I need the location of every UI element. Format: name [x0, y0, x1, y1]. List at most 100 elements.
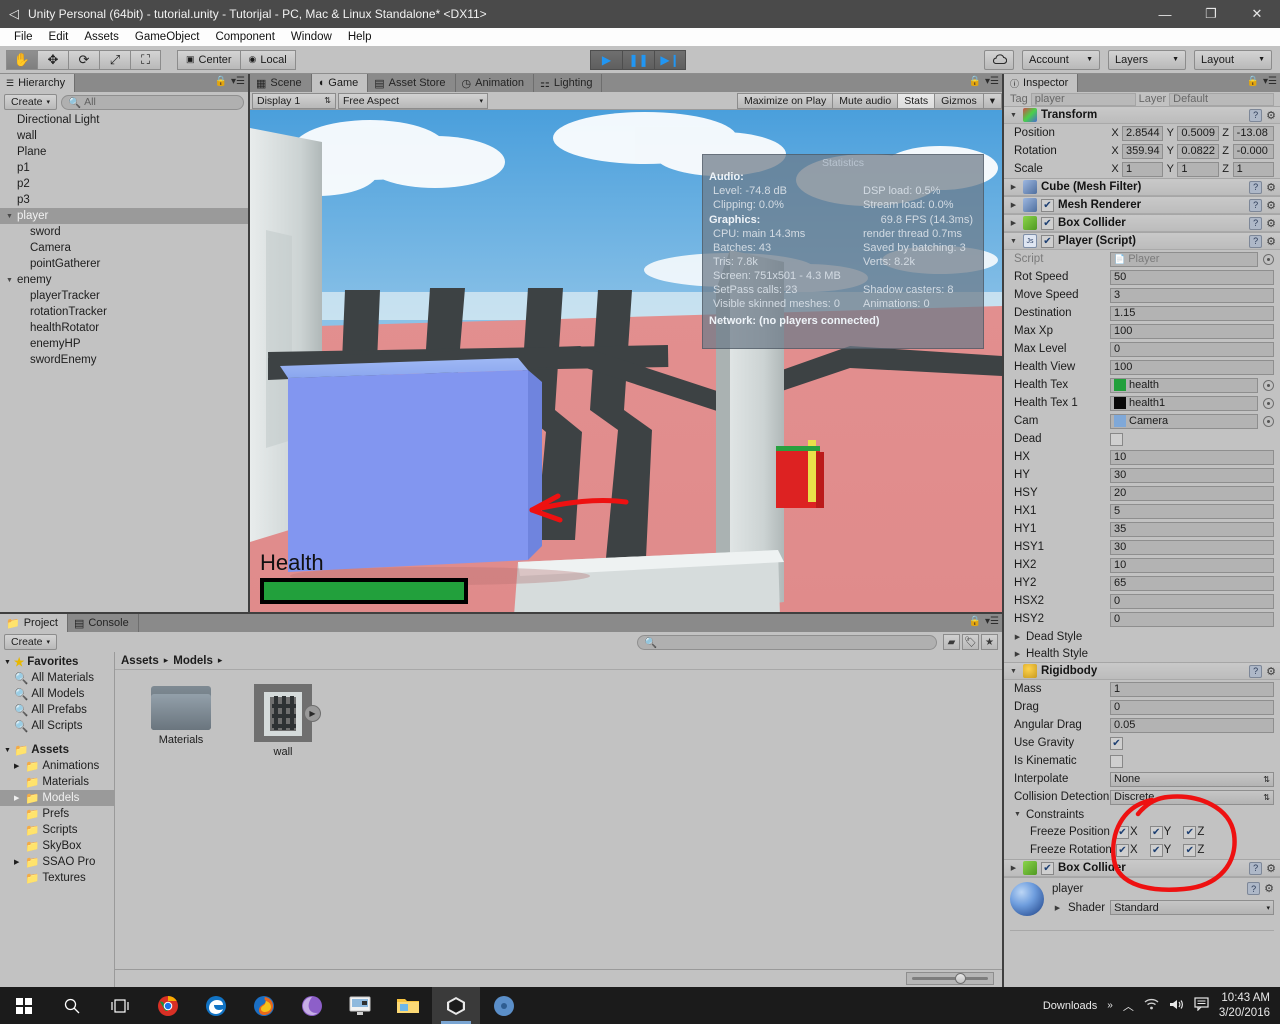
help-icon[interactable]: ? [1247, 882, 1261, 895]
step-button[interactable]: ▶❙ [654, 49, 686, 70]
hierarchy-item-enemy[interactable]: ▼ enemy [0, 272, 248, 288]
project-create-button[interactable]: Create ▾ [4, 634, 58, 650]
fr-axes-checkbox-z[interactable]: ✔ [1183, 843, 1197, 857]
gear-icon[interactable]: ⚙ [1266, 109, 1276, 122]
move-tool-icon[interactable]: ✥ [37, 49, 68, 70]
explorer-icon[interactable] [384, 987, 432, 1024]
lock-icon[interactable]: 🔒 [215, 76, 227, 87]
layer-dropdown[interactable]: Default [1169, 92, 1274, 106]
display-dropdown[interactable]: Display 1 ⇅ [252, 92, 336, 109]
chevron-down-icon[interactable]: ▼ [1012, 811, 1023, 818]
foldout-health-style[interactable]: ▶ Health Style [1004, 645, 1280, 662]
breadcrumb-item-assets[interactable]: Assets [121, 655, 159, 667]
toggle-stats[interactable]: Stats [897, 92, 935, 109]
help-icon[interactable]: ? [1249, 108, 1263, 122]
field-checkbox-player-dead[interactable] [1110, 432, 1123, 446]
project-tree[interactable]: ▼ ★ Favorites 🔍 All Materials 🔍 All Models 🔍 All… [0, 652, 115, 987]
tab-hierarchy[interactable]: ☰ Hierarchy [0, 74, 76, 92]
chevron-down-icon[interactable]: ▼ [1008, 112, 1019, 119]
tab-scene[interactable]: ▦ Scene [250, 74, 312, 92]
hierarchy-item-wall[interactable]: wall [0, 128, 248, 144]
chevron-right-icon[interactable]: ▶ [1008, 219, 1019, 227]
chevron-up-icon[interactable]: ︿ [1123, 998, 1134, 1014]
taskbar-clock[interactable]: 10:43 AM 3/20/2016 [1219, 991, 1270, 1020]
component-header-transform[interactable]: ▼ Transform ? ⚙ [1004, 106, 1280, 124]
field-input-player-rot-speed[interactable]: 50 [1110, 269, 1274, 285]
script-picker-icon[interactable] [1263, 253, 1274, 265]
object-picker-icon[interactable] [1263, 415, 1274, 427]
tab-animation[interactable]: ◷ Animation [455, 74, 535, 92]
start-icon[interactable] [0, 987, 48, 1024]
help-icon[interactable]: ? [1249, 234, 1263, 248]
chevron-down-icon[interactable]: ▼ [1008, 238, 1019, 245]
filter-by-type-icon[interactable]: ▰ [943, 634, 960, 650]
toggle-maximize-on-play[interactable]: Maximize on Play [736, 92, 833, 109]
transform-rotation-x[interactable]: 359.94 [1122, 143, 1164, 159]
tab-inspector[interactable]: ⓘ Inspector [1004, 74, 1079, 92]
lock-icon[interactable]: 🔒 [969, 76, 981, 87]
field-input-player-hsy1[interactable]: 30 [1110, 539, 1274, 555]
hierarchy-list[interactable]: Directional Light wall Plane p1 p2 p3 ▼ player s… [0, 112, 248, 612]
preview-play-icon[interactable]: ▶ [304, 705, 321, 722]
hierarchy-item-p1[interactable]: p1 [0, 160, 248, 176]
component-header-box-collider-2[interactable]: ▶ ✔ Box Collider ? ⚙ [1004, 859, 1280, 877]
help-icon[interactable]: ? [1249, 664, 1263, 678]
object-picker-icon[interactable] [1263, 397, 1274, 409]
help-icon[interactable]: ? [1249, 198, 1263, 212]
transform-position-x[interactable]: 2.8544 [1122, 125, 1164, 141]
hierarchy-search-input[interactable]: 🔍 All [61, 94, 244, 110]
unity-hub-icon[interactable] [480, 987, 528, 1024]
notifications-icon[interactable] [1194, 997, 1209, 1014]
chevron-right-icon[interactable]: ▶ [1008, 183, 1019, 191]
panel-menu-icon[interactable]: ▾☰ [1263, 76, 1277, 87]
toggle-gizmos[interactable]: Gizmos [934, 92, 983, 109]
chevron-right-icon[interactable]: ▶ [1012, 633, 1023, 641]
hierarchy-item-pointgatherer[interactable]: pointGatherer [0, 256, 248, 272]
gear-icon[interactable]: ⚙ [1264, 882, 1274, 895]
tree-folder-models[interactable]: ▶ 📁 Models [0, 790, 114, 806]
field-input-player-hy2[interactable]: 65 [1110, 575, 1274, 591]
volume-icon[interactable] [1169, 998, 1184, 1014]
script-object-field[interactable]: 📄 Player [1110, 251, 1258, 267]
chrome-icon[interactable] [144, 987, 192, 1024]
panel-menu-icon[interactable]: ▾☰ [985, 76, 999, 87]
toggle-mute-audio[interactable]: Mute audio [832, 92, 898, 109]
hierarchy-item-playertracker[interactable]: playerTracker [0, 288, 248, 304]
tree-favorite-all-materials[interactable]: 🔍 All Materials [0, 670, 114, 686]
rect-tool-icon[interactable]: ⛶ [130, 49, 161, 70]
field-select-rigidbody-collision-detection[interactable]: Discrete ⇅ [1110, 789, 1274, 805]
menu-item-gameobject[interactable]: GameObject [127, 28, 208, 46]
hierarchy-item-rotationtracker[interactable]: rotationTracker [0, 304, 248, 320]
gear-icon[interactable]: ⚙ [1266, 181, 1276, 194]
lock-icon[interactable]: 🔒 [969, 616, 981, 627]
account-dropdown[interactable]: Account ▼ [1022, 49, 1100, 70]
play-button[interactable]: ▶ [590, 49, 622, 70]
minimize-button[interactable]: — [1142, 0, 1188, 28]
box-collider-enabled-checkbox[interactable]: ✔ [1041, 861, 1054, 875]
layers-dropdown[interactable]: Layers ▼ [1108, 49, 1186, 70]
field-select-rigidbody-interpolate[interactable]: None ⇅ [1110, 771, 1274, 787]
transform-scale-x[interactable]: 1 [1122, 161, 1164, 177]
tab-game[interactable]: ◖ Game [311, 74, 369, 92]
chevron-right-icon[interactable]: ▶ [1008, 201, 1019, 209]
chevron-right-icon[interactable]: ▶ [1052, 904, 1063, 912]
transform-position-y[interactable]: 0.5009 [1177, 125, 1219, 141]
hierarchy-item-sword[interactable]: sword [0, 224, 248, 240]
field-input-rigidbody-mass[interactable]: 1 [1110, 681, 1274, 697]
tree-folder-scripts[interactable]: 📁 Scripts [0, 822, 114, 838]
tray-overflow-icon[interactable]: » [1107, 1000, 1113, 1011]
hierarchy-item-p2[interactable]: p2 [0, 176, 248, 192]
fp-axes-checkbox-x[interactable]: ✔ [1116, 825, 1129, 839]
component-header-box-collider[interactable]: ▶ ✔ Box Collider? ⚙ [1004, 214, 1280, 232]
tree-folder-ssao-pro[interactable]: ▶ 📁 SSAO Pro [0, 854, 114, 870]
field-input-player-health-view[interactable]: 100 [1110, 359, 1274, 375]
scale-tool-icon[interactable]: ⤢ [99, 49, 130, 70]
component-enabled-checkbox[interactable]: ✔ [1041, 216, 1054, 230]
tree-folder-skybox[interactable]: 📁 SkyBox [0, 838, 114, 854]
tab-project[interactable]: 📁 Project [0, 614, 68, 632]
field-input-player-hx[interactable]: 10 [1110, 449, 1274, 465]
thumbnail-size-slider[interactable] [906, 972, 994, 985]
fp-axes-checkbox-y[interactable]: ✔ [1149, 825, 1163, 839]
asset-item-wall[interactable]: ▶ wall [245, 684, 321, 758]
close-button[interactable]: ✕ [1234, 0, 1280, 28]
